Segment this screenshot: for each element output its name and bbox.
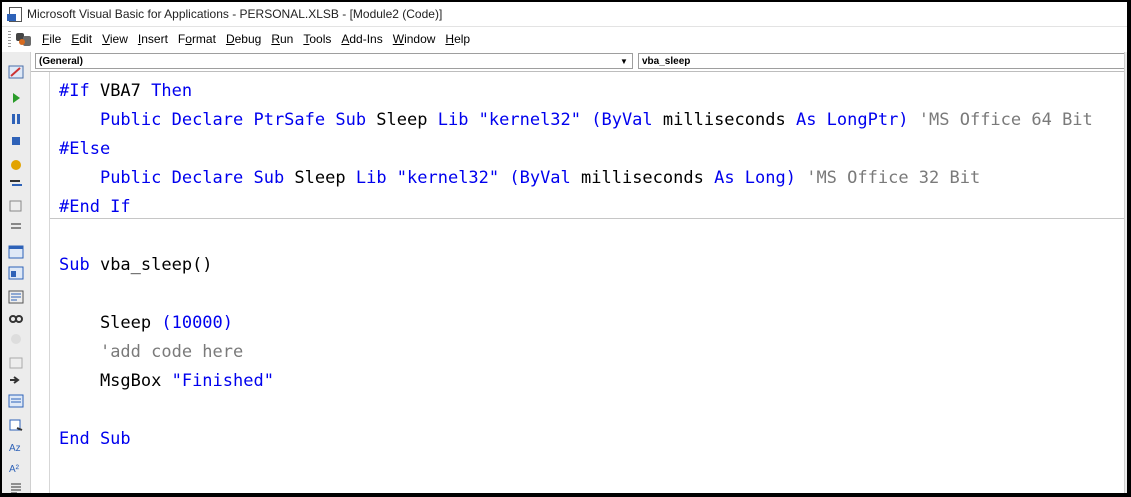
outdent-icon[interactable]: A²: [8, 460, 24, 476]
menu-help[interactable]: Help: [440, 32, 475, 46]
code-keyword: Lib "kernel32" (ByVal: [437, 110, 663, 130]
code-line[interactable]: Sleep (10000): [59, 309, 1093, 338]
procedure-dropdown[interactable]: vba_sleep: [638, 53, 1127, 69]
indent-icon[interactable]: Az: [8, 439, 24, 455]
comment-block-icon[interactable]: [8, 480, 24, 493]
code-identifier: Sleep: [376, 110, 438, 130]
code-line[interactable]: #End If: [59, 193, 1093, 222]
code-comment: 'MS Office 64 Bit: [918, 110, 1093, 130]
svg-text:Az: Az: [9, 443, 21, 454]
watch-icon[interactable]: [8, 310, 24, 326]
vbe-window: Microsoft Visual Basic for Applications …: [2, 2, 1127, 493]
window-title: Microsoft Visual Basic for Applications …: [27, 7, 443, 21]
window-right-edge: [1124, 52, 1127, 493]
project-explorer-icon[interactable]: [8, 289, 24, 305]
menu-debug[interactable]: Debug: [221, 32, 266, 46]
code-identifier: VBA7: [99, 81, 152, 101]
object-dropdown-value: (General): [39, 56, 83, 67]
menu-file[interactable]: File: [37, 32, 66, 46]
code-line[interactable]: Public Declare Sub Sleep Lib "kernel32" …: [59, 164, 1093, 193]
object-dropdown[interactable]: (General) ▼: [35, 53, 633, 69]
code-keyword: (10000): [161, 313, 234, 333]
object-browser-icon[interactable]: [8, 265, 24, 281]
chevron-down-icon[interactable]: ▼: [618, 57, 630, 66]
margin-indicator-bar[interactable]: [31, 72, 50, 493]
vba-app-icon: [7, 6, 23, 22]
code-keyword: Then: [151, 81, 193, 101]
code-line[interactable]: [59, 396, 1093, 425]
reset-icon[interactable]: [8, 133, 24, 149]
code-keyword: As LongPtr): [795, 110, 919, 130]
code-combo-row: (General) ▼ vba_sleep: [31, 52, 1127, 72]
menu-tools[interactable]: Tools: [298, 32, 336, 46]
step-out-icon[interactable]: [8, 219, 24, 235]
step-into-icon[interactable]: [8, 176, 24, 192]
code-comment: 'MS Office 32 Bit: [806, 168, 981, 188]
menu-window[interactable]: Window: [388, 32, 441, 46]
immediate-icon[interactable]: [8, 355, 24, 371]
code-line[interactable]: #If VBA7 Then: [59, 77, 1093, 106]
step-over-icon[interactable]: [8, 198, 24, 214]
code-keyword: #If: [59, 81, 100, 101]
code-identifier: [59, 342, 100, 362]
break-icon[interactable]: [8, 111, 24, 127]
menu-format[interactable]: Format: [173, 32, 221, 46]
list-properties-icon[interactable]: [8, 393, 24, 409]
code-identifier: [59, 110, 100, 130]
code-comment: 'add code here: [99, 342, 244, 362]
menubar-grip-handle[interactable]: [8, 31, 11, 47]
menu-insert[interactable]: Insert: [133, 32, 173, 46]
menu-edit[interactable]: Edit: [66, 32, 97, 46]
menu-add-ins[interactable]: Add-Ins: [336, 32, 387, 46]
code-identifier: MsgBox: [59, 371, 172, 391]
code-identifier: milliseconds: [662, 110, 796, 130]
code-keyword: #End If: [59, 197, 131, 217]
code-identifier: [59, 168, 100, 188]
toolbox-icon[interactable]: [8, 372, 24, 388]
menu-items: File Edit View Insert Format Debug Run Tools Add…: [37, 32, 475, 46]
svg-text:A²: A²: [9, 464, 20, 475]
quick-watch-icon[interactable]: [8, 331, 24, 347]
code-identifier: Sleep: [294, 168, 356, 188]
code-keyword: Lib "kernel32" (ByVal: [355, 168, 582, 188]
code-editor[interactable]: #If VBA7 Then Public Declare PtrSafe Sub…: [31, 72, 1127, 493]
code-line[interactable]: End Sub: [59, 425, 1093, 454]
code-keyword: Public Declare Sub: [99, 168, 295, 188]
code-keyword: Sub: [59, 255, 100, 275]
code-line[interactable]: [59, 222, 1093, 251]
menu-bar: File Edit View Insert Format Debug Run Tools Add…: [2, 27, 1127, 51]
code-keyword: #Else: [59, 139, 111, 159]
code-line[interactable]: Sub vba_sleep(): [59, 251, 1093, 280]
menu-view[interactable]: View: [97, 32, 133, 46]
code-line[interactable]: [59, 280, 1093, 309]
code-line[interactable]: Public Declare PtrSafe Sub Sleep Lib "ke…: [59, 106, 1093, 135]
debug-toolbar: Az A²: [2, 52, 31, 493]
code-line[interactable]: MsgBox "Finished": [59, 367, 1093, 396]
design-mode-icon[interactable]: [8, 64, 24, 80]
code-line[interactable]: 'add code here: [59, 338, 1093, 367]
procedure-dropdown-value: vba_sleep: [642, 56, 691, 67]
complete-word-icon[interactable]: [8, 417, 24, 433]
title-bar[interactable]: Microsoft Visual Basic for Applications …: [2, 2, 1127, 27]
code-keyword: "Finished": [171, 371, 274, 391]
run-icon[interactable]: [8, 90, 24, 106]
code-identifier: Sleep: [59, 313, 162, 333]
code-keyword: As Long): [714, 168, 807, 188]
menu-run[interactable]: Run: [266, 32, 298, 46]
code-keyword: Public Declare PtrSafe Sub: [99, 110, 377, 130]
properties-icon[interactable]: [8, 244, 24, 260]
excel-vba-icon[interactable]: [15, 30, 33, 48]
code-identifier: vba_sleep(): [99, 255, 213, 275]
code-keyword: End Sub: [59, 429, 131, 449]
toggle-breakpoint-icon[interactable]: [8, 157, 24, 173]
code-line[interactable]: #Else: [59, 135, 1093, 164]
code-text[interactable]: #If VBA7 Then Public Declare PtrSafe Sub…: [59, 77, 1093, 454]
code-identifier: milliseconds: [581, 168, 715, 188]
